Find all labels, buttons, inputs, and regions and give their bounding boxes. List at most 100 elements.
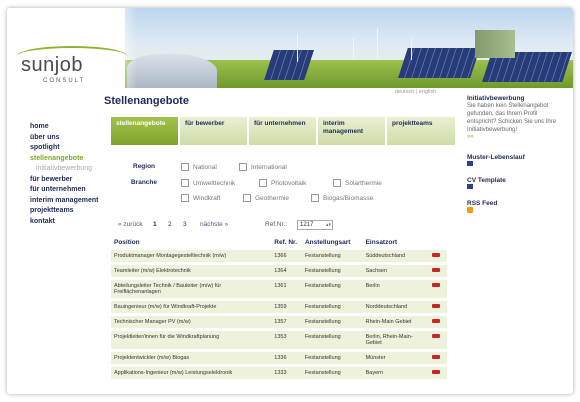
col-ref: Ref. Nr. <box>274 239 298 246</box>
cell-position[interactable]: Technischer Manager PV (m/w) <box>111 316 272 328</box>
checkbox-label: Solarthermie <box>345 179 382 187</box>
wind-turbine-image <box>297 34 298 62</box>
word-document-icon[interactable] <box>467 161 473 166</box>
checkbox-windkraft[interactable]: Windkraft <box>181 194 220 202</box>
rss-icon[interactable] <box>467 207 473 213</box>
pager-back[interactable]: « zurück <box>118 221 143 228</box>
pager-page-1[interactable]: 1 <box>153 221 157 228</box>
checkbox-international[interactable]: International <box>239 163 287 171</box>
table-row[interactable]: Abteilungsleiter Technik / Bauleiter (m/… <box>111 280 447 298</box>
cell-pdf[interactable] <box>429 301 447 313</box>
nav-kontakt[interactable]: kontakt <box>30 217 112 228</box>
nav-ueber-uns[interactable]: über uns <box>30 133 112 144</box>
checkbox-label: National <box>193 163 217 171</box>
cell-place: Rhein-Main Gebiet <box>362 316 430 328</box>
ref-select[interactable]: 1217 ▴▾ <box>297 220 333 230</box>
cell-type: Festanstellung <box>301 352 363 364</box>
initiativ-title[interactable]: Initiativbewerbung <box>467 95 567 102</box>
checkbox-geothermie[interactable]: Geothermie <box>243 194 289 202</box>
cell-ref: 1353 <box>271 331 302 349</box>
pager-next[interactable]: nächste » <box>200 221 228 228</box>
cell-pdf[interactable] <box>429 316 447 328</box>
table-row[interactable]: Produktmanager Montagegestelltechnik (m/… <box>111 250 447 262</box>
checkbox-national[interactable]: National <box>181 163 217 171</box>
nav-fuer-bewerber[interactable]: für bewerber <box>30 175 112 186</box>
page-title: Stellenangebote <box>104 95 189 107</box>
cell-type: Festanstellung <box>301 301 363 313</box>
tab-interim-management[interactable]: interim management <box>318 117 385 145</box>
checkbox-label: International <box>251 163 287 171</box>
cell-position[interactable]: Bauingenieur (m/w) für Windkraft-Projekt… <box>111 301 272 313</box>
nav-spotlight[interactable]: spotlight <box>30 143 112 154</box>
nav-interim-management[interactable]: interim management <box>30 196 112 207</box>
checkbox-umwelttechnik[interactable]: Umwelttechnik <box>181 179 235 187</box>
checkbox-label: Geothermie <box>255 194 289 202</box>
cell-ref: 1336 <box>271 352 302 364</box>
rss-feed-title[interactable]: RSS Feed <box>467 200 567 207</box>
checkbox-biogas[interactable]: Biogas/Biomasse <box>311 194 373 202</box>
initiativ-text: Sie haben kein Stellenangebot gefunden, … <box>467 103 557 133</box>
pdf-icon[interactable] <box>432 334 441 338</box>
cell-position[interactable]: Projektentwickler (m/w) Biogas <box>111 352 272 364</box>
cell-position[interactable]: Projektleiter/innen für die Windkraftpla… <box>111 331 272 349</box>
cell-ref: 1359 <box>271 301 302 313</box>
pdf-icon[interactable] <box>432 304 441 308</box>
pdf-icon[interactable] <box>432 370 441 374</box>
cell-position[interactable]: Teamleiter (m/w) Elektrotechnik <box>111 265 272 277</box>
pager-page-3[interactable]: 3 <box>183 221 187 228</box>
water-basin-image <box>127 54 217 88</box>
cell-pdf[interactable] <box>429 265 447 277</box>
nav-home[interactable]: home <box>30 122 112 133</box>
cell-pdf[interactable] <box>429 331 447 349</box>
table-row[interactable]: Teamleiter (m/w) Elektrotechnik 1364 Fes… <box>111 265 447 277</box>
header-banner: sunjob CONSULT <box>7 8 573 88</box>
lang-en-link[interactable]: english <box>419 89 436 95</box>
checkbox-label: Umwelttechnik <box>193 179 236 187</box>
cell-ref: 1333 <box>271 367 302 379</box>
table-row[interactable]: Technischer Manager PV (m/w) 1357 Festan… <box>111 316 447 328</box>
pdf-icon[interactable] <box>432 268 441 272</box>
tab-projektteams[interactable]: projektteams <box>387 117 455 145</box>
checkbox-solarthermie[interactable]: Solarthermie <box>333 179 382 187</box>
cell-position[interactable]: Abteilungsleiter Technik / Bauleiter (m/… <box>111 280 272 298</box>
tab-stellenangebote[interactable]: stellenangebote <box>111 117 178 145</box>
wind-turbine-image <box>377 28 378 60</box>
lang-de-link[interactable]: deutsch <box>395 89 414 95</box>
nav-stellenangebote[interactable]: stellenangebote <box>30 154 112 165</box>
tab-fuer-unternehmen[interactable]: für unternehmen <box>249 117 316 145</box>
left-navigation: home über uns spotlight stellenangebote … <box>30 122 112 227</box>
checkbox-photovoltaik[interactable]: Photovoltaik <box>259 179 306 187</box>
checkbox-label: Windkraft <box>193 194 221 202</box>
tab-fuer-bewerber[interactable]: für bewerber <box>180 117 247 145</box>
checkbox-label: Biogas/Biomasse <box>323 194 374 202</box>
cv-template-title[interactable]: CV Template <box>467 177 567 184</box>
cell-place: Norddeutschland <box>362 301 430 313</box>
cell-pdf[interactable] <box>429 352 447 364</box>
nav-fuer-unternehmen[interactable]: für unternehmen <box>30 185 112 196</box>
nav-projektteams[interactable]: projektteams <box>30 206 112 217</box>
cell-ref: 1364 <box>271 265 302 277</box>
nav-initiativbewerbung[interactable]: initiativbewerbung <box>30 164 112 175</box>
cell-place: Münster <box>362 352 430 364</box>
pdf-icon[interactable] <box>432 253 441 257</box>
cell-pdf[interactable] <box>429 367 447 379</box>
pdf-icon[interactable] <box>432 319 441 323</box>
table-row[interactable]: Projektleiter/innen für die Windkraftpla… <box>111 331 447 349</box>
pdf-icon[interactable] <box>432 283 441 287</box>
table-row[interactable]: Projektentwickler (m/w) Biogas 1336 Fest… <box>111 352 447 364</box>
cell-position[interactable]: Produktmanager Montagegestelltechnik (m/… <box>111 250 272 262</box>
cell-pdf[interactable] <box>429 250 447 262</box>
logo[interactable]: sunjob <box>21 54 83 77</box>
cell-position[interactable]: Applikations-Ingenieur (m/w) Leistungsel… <box>111 367 272 379</box>
word-document-icon[interactable] <box>467 184 473 189</box>
cell-type: Festanstellung <box>301 316 363 328</box>
pdf-icon[interactable] <box>432 355 441 359</box>
cell-place: Bayern <box>362 367 430 379</box>
table-row[interactable]: Bauingenieur (m/w) für Windkraft-Projekt… <box>111 301 447 313</box>
cell-pdf[interactable] <box>429 280 447 298</box>
table-row[interactable]: Applikations-Ingenieur (m/w) Leistungsel… <box>111 367 447 379</box>
cell-ref: 1366 <box>271 250 302 262</box>
cell-type: Festanstellung <box>301 265 363 277</box>
pager-page-2[interactable]: 2 <box>168 221 172 228</box>
muster-lebenslauf-title[interactable]: Muster-Lebenslauf <box>467 154 567 161</box>
